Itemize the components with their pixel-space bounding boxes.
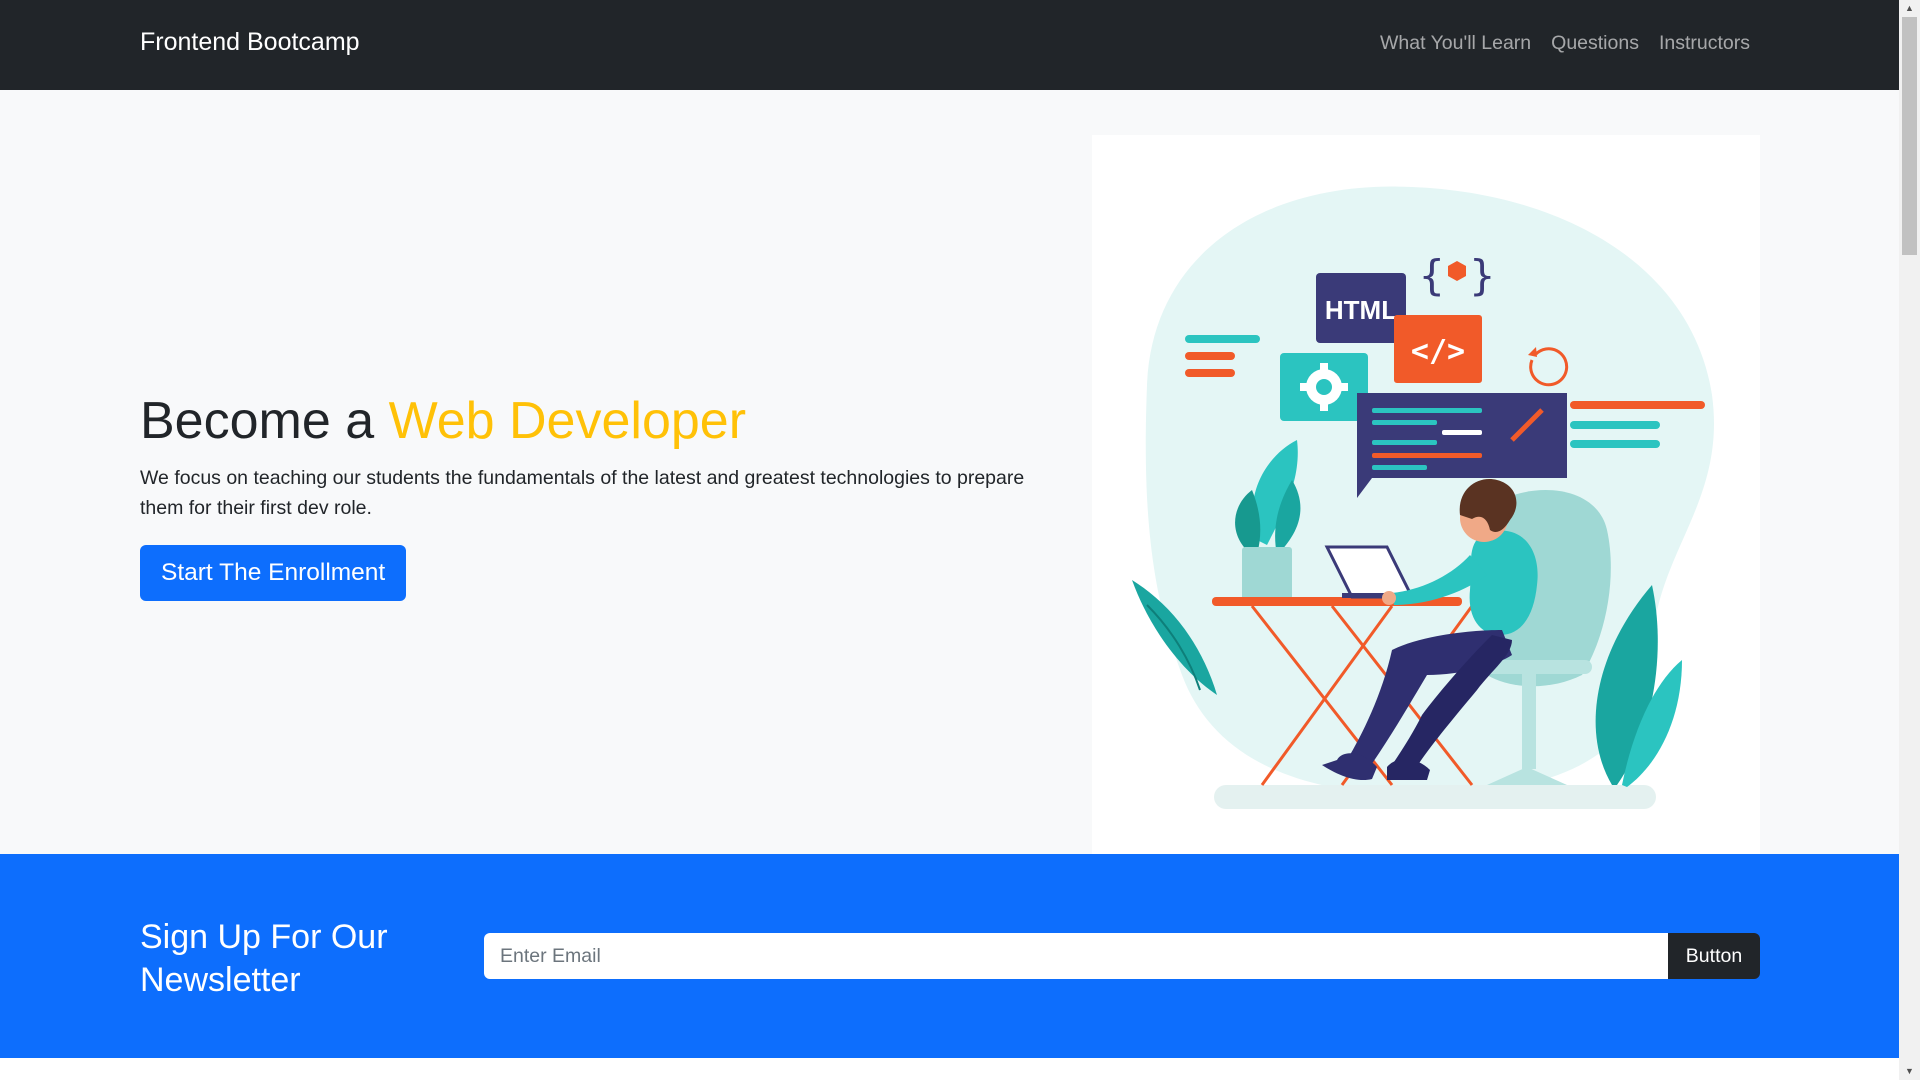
gear-icon bbox=[1280, 353, 1368, 421]
svg-text:HTML: HTML bbox=[1325, 295, 1397, 325]
code-tag-icon: </> bbox=[1394, 315, 1482, 383]
braces-icon: { } bbox=[1419, 251, 1495, 300]
newsletter-title: Sign Up For Our Newsletter bbox=[140, 918, 388, 999]
nav-links: What You'll Learn Questions Instructors bbox=[1380, 32, 1750, 55]
showcase-title: Become a Web Developer bbox=[140, 390, 1060, 452]
scroll-down-arrow-icon[interactable]: ▼ bbox=[1899, 1063, 1920, 1080]
scrollbar-thumb[interactable] bbox=[1902, 17, 1917, 255]
svg-text:</>: </> bbox=[1411, 334, 1465, 369]
html-badge-icon: HTML bbox=[1316, 273, 1406, 343]
brand-link[interactable]: Frontend Bootcamp bbox=[140, 28, 360, 57]
developer-illustration: HTML { } </> bbox=[1132, 186, 1714, 809]
showcase-lead: We focus on teaching our students the fu… bbox=[140, 467, 1025, 519]
email-input[interactable] bbox=[484, 933, 1668, 979]
newsletter-section: Sign Up For Our Newsletter Button bbox=[0, 854, 1899, 1058]
floor-shadow bbox=[1214, 785, 1656, 809]
nav-link-instructors[interactable]: Instructors bbox=[1659, 32, 1750, 55]
showcase-section: Become a Web Developer We focus on teach… bbox=[0, 90, 1899, 855]
scroll-up-arrow-icon[interactable]: ▲ bbox=[1899, 0, 1920, 17]
nav-link-questions[interactable]: Questions bbox=[1551, 32, 1639, 55]
title-highlight: Web Developer bbox=[388, 392, 747, 450]
hero-illustration: HTML { } </> bbox=[1092, 135, 1760, 855]
vertical-scrollbar[interactable]: ▲ ▼ bbox=[1899, 0, 1920, 1080]
showcase-text: Become a Web Developer We focus on teach… bbox=[140, 390, 1060, 601]
newsletter-submit-button[interactable]: Button bbox=[1668, 933, 1760, 979]
navbar: Frontend Bootcamp What You'll Learn Ques… bbox=[0, 0, 1899, 90]
title-prefix: Become a bbox=[140, 392, 389, 450]
nav-link-what-youll-learn[interactable]: What You'll Learn bbox=[1380, 32, 1531, 55]
start-enrollment-button[interactable]: Start The Enrollment bbox=[140, 544, 407, 601]
